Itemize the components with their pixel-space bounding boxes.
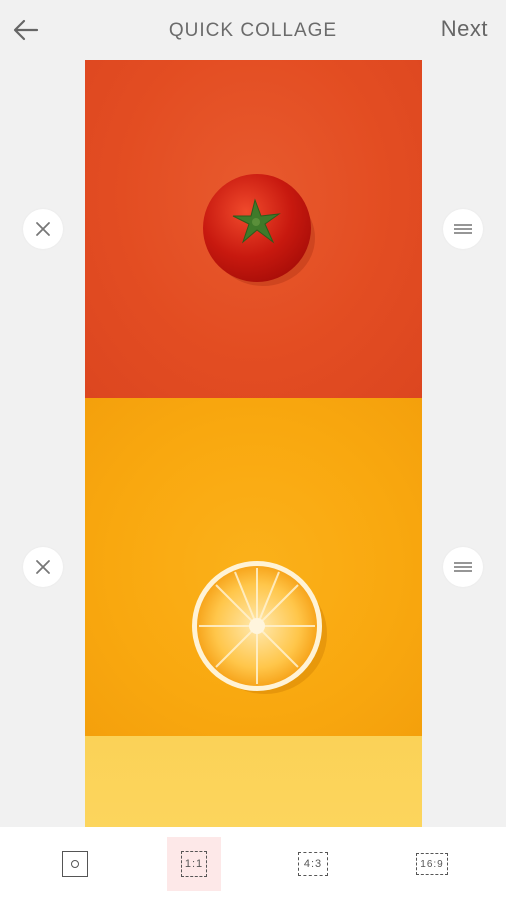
ratio-original-button[interactable] (48, 837, 102, 891)
drag-handle-icon (454, 224, 472, 234)
reorder-handle-1[interactable] (443, 209, 483, 249)
orange-slice-image (192, 561, 327, 694)
ratio-4-3-button[interactable]: 4:3 (286, 837, 340, 891)
ratio-1-1-button[interactable]: 1:1 (167, 837, 221, 891)
reorder-handle-2[interactable] (443, 547, 483, 587)
collage-canvas (85, 60, 422, 827)
drag-handle-icon (454, 562, 472, 572)
ratio-16-9-button[interactable]: 16:9 (405, 837, 459, 891)
ratio-1-1-label: 1:1 (181, 851, 207, 877)
aspect-ratio-toolbar: 1:1 4:3 16:9 (0, 827, 506, 900)
circle-in-square-icon (62, 851, 88, 877)
close-icon (36, 560, 50, 574)
collage-tile-tomato[interactable] (85, 60, 422, 398)
remove-photo-button-2[interactable] (23, 547, 63, 587)
ratio-16-9-label: 16:9 (416, 853, 448, 875)
collage-tile-yellow[interactable] (85, 736, 422, 827)
next-button[interactable]: Next (441, 16, 488, 42)
page-title: QUICK COLLAGE (168, 20, 338, 41)
ratio-4-3-label: 4:3 (298, 852, 328, 876)
remove-photo-button-1[interactable] (23, 209, 63, 249)
tomato-image (203, 174, 315, 286)
app-header: QUICK COLLAGE Next (0, 0, 506, 60)
close-icon (36, 222, 50, 236)
collage-tile-orange[interactable] (85, 398, 422, 736)
